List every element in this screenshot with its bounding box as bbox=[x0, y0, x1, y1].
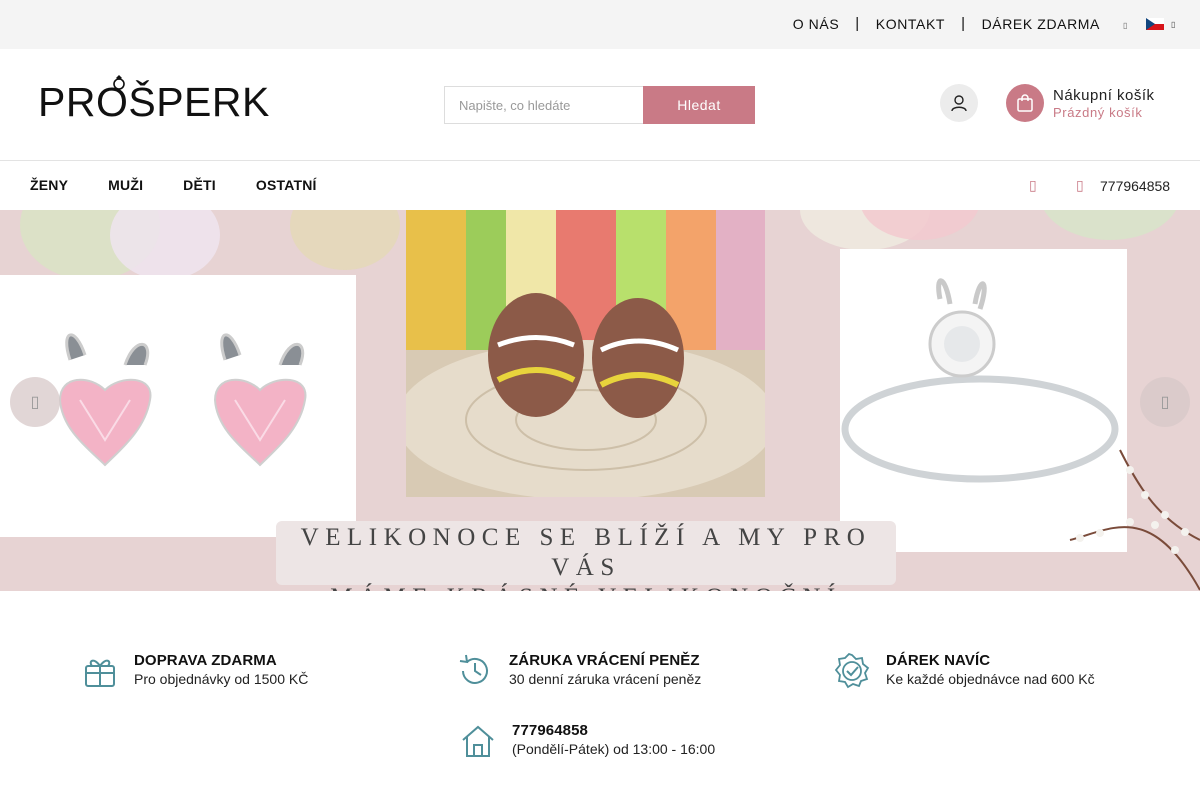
feature-free-shipping: DOPRAVA ZDARMA Pro objednávky od 1500 KČ bbox=[82, 652, 308, 689]
chevron-right-icon: ▯ bbox=[1160, 394, 1170, 411]
logo-text-sperk: ŠPERK bbox=[128, 78, 270, 125]
language-caret-icon[interactable]: ▯ bbox=[1171, 20, 1175, 29]
hero-banner[interactable]: VELIKONOCE SE BLÍŽÍ A MY PRO VÁS MÁME KR… bbox=[0, 210, 1200, 591]
feature-title: DÁREK NAVÍC bbox=[886, 652, 991, 669]
slider-prev-button[interactable]: ▯ bbox=[10, 377, 60, 427]
account-button[interactable] bbox=[940, 84, 978, 122]
main-nav: ŽENY MUŽI DĚTI OSTATNÍ ▯ ▯ 777964858 bbox=[0, 161, 1200, 210]
feature-title: ZÁRUKA VRÁCENÍ PENĚZ bbox=[509, 652, 700, 669]
user-icon bbox=[951, 95, 967, 112]
slider-next-button[interactable]: ▯ bbox=[1140, 377, 1190, 427]
ring-logo-icon bbox=[113, 75, 125, 90]
czech-flag-icon[interactable] bbox=[1146, 18, 1164, 30]
search-input[interactable] bbox=[444, 86, 643, 124]
badge-check-icon bbox=[834, 653, 870, 689]
decor-egg bbox=[290, 210, 400, 270]
link-free-gift[interactable]: DÁREK ZDARMA bbox=[982, 16, 1100, 32]
feature-subtitle: Pro objednávky od 1500 KČ bbox=[134, 671, 309, 687]
feature-money-back: ZÁRUKA VRÁCENÍ PENĚZ 30 denní záruka vrá… bbox=[457, 652, 701, 689]
phone-icon: ▯ bbox=[1076, 177, 1084, 193]
feature-gift-extra: DÁREK NAVÍC Ke každé objednávce nad 600 … bbox=[834, 652, 1095, 689]
nav-item-kids[interactable]: DĚTI bbox=[183, 177, 216, 193]
nav-item-other[interactable]: OSTATNÍ bbox=[256, 177, 317, 193]
banner-caption: VELIKONOCE SE BLÍŽÍ A MY PRO VÁS MÁME KR… bbox=[276, 521, 896, 591]
decor-egg bbox=[1040, 210, 1180, 240]
search-bar: Hledat bbox=[444, 86, 755, 124]
shopping-bag-icon bbox=[1017, 94, 1033, 112]
home-icon bbox=[462, 725, 494, 757]
caption-line-1: VELIKONOCE SE BLÍŽÍ A MY PRO VÁS bbox=[300, 524, 872, 581]
logo[interactable]: PRO ŠPERK bbox=[38, 75, 270, 127]
feature-subtitle: Ke každé objednávce nad 600 Kč bbox=[886, 671, 1095, 687]
feature-title: DOPRAVA ZDARMA bbox=[134, 652, 277, 669]
link-about[interactable]: O NÁS bbox=[793, 16, 840, 32]
cart-summary[interactable]: Nákupní košík Prázdný košík bbox=[1053, 87, 1155, 120]
feature-title: 777964858 bbox=[512, 722, 588, 739]
nav-item-men[interactable]: MUŽI bbox=[108, 177, 143, 193]
egg-earrings-image bbox=[406, 210, 765, 497]
separator: | bbox=[961, 15, 966, 32]
header: PRO ŠPERK Hledat Nákupní košík Prázdný k… bbox=[0, 49, 1200, 161]
caption-line-2: MÁME KRÁSNÉ VELIKONOČNÍ ŠPERKY bbox=[276, 583, 896, 591]
product-image-egg-earrings bbox=[406, 210, 765, 497]
wishlist-icon[interactable]: ▯ bbox=[1029, 177, 1039, 193]
feature-contact-hours: 777964858 (Pondělí-Pátek) od 13:00 - 16:… bbox=[460, 722, 715, 759]
search-button[interactable]: Hledat bbox=[643, 86, 755, 124]
top-links: O NÁS | KONTAKT | DÁREK ZDARMA bbox=[793, 15, 1100, 32]
nav-item-women[interactable]: ŽENY bbox=[30, 177, 68, 193]
cart-status: Prázdný košík bbox=[1053, 105, 1143, 120]
link-contact[interactable]: KONTAKT bbox=[876, 16, 945, 32]
willow-branch-decor bbox=[1069, 449, 1200, 591]
gift-icon bbox=[85, 659, 115, 687]
currency-icon[interactable]: ▯ bbox=[1123, 21, 1127, 30]
feature-subtitle: 30 denní záruka vrácení peněz bbox=[509, 671, 702, 687]
cart-title: Nákupní košík bbox=[1053, 87, 1155, 104]
nav-phone[interactable]: 777964858 bbox=[1100, 178, 1170, 194]
chevron-left-icon: ▯ bbox=[30, 394, 40, 411]
separator: | bbox=[855, 15, 860, 32]
cart-button[interactable] bbox=[1006, 84, 1044, 122]
history-icon bbox=[459, 654, 488, 684]
feature-subtitle: (Pondělí-Pátek) od 13:00 - 16:00 bbox=[512, 741, 716, 757]
top-bar: O NÁS | KONTAKT | DÁREK ZDARMA ▯ ▯ bbox=[0, 0, 1200, 49]
